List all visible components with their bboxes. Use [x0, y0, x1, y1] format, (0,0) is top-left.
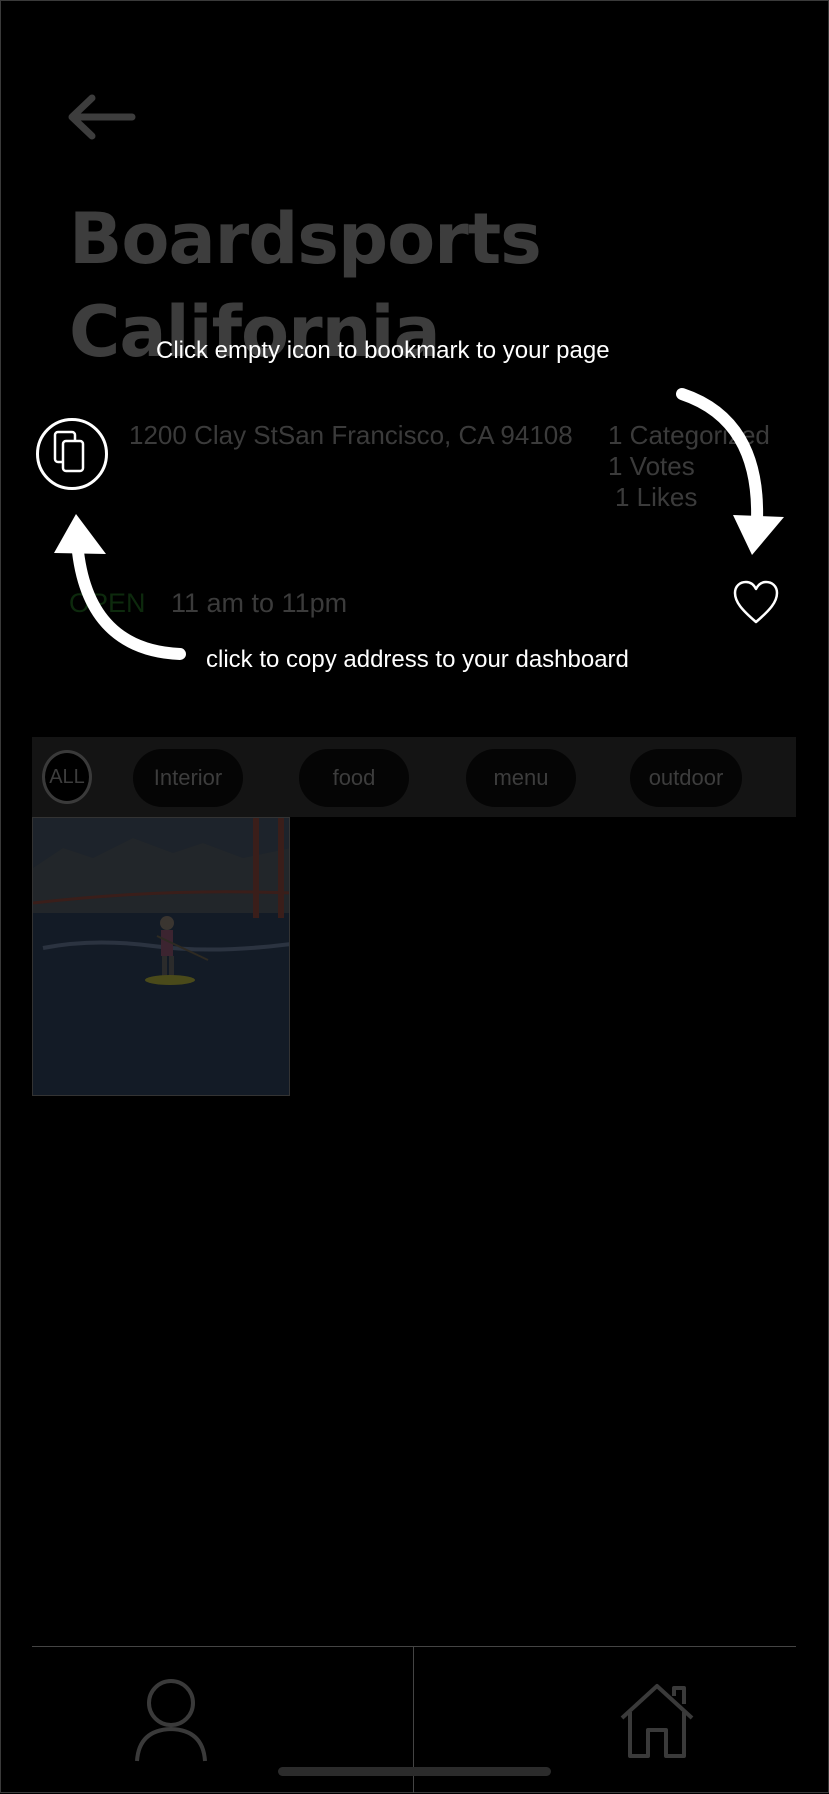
profile-icon[interactable] [133, 1675, 209, 1763]
filter-chip-food[interactable]: food [299, 749, 409, 807]
photo-filter-bar: ALL Interior food menu outdoor [32, 737, 796, 817]
categorized-count: 1 Categorized [608, 420, 770, 450]
paddleboard-photo [33, 818, 289, 1095]
likes-count: 1 Likes [615, 482, 698, 512]
home-indicator [278, 1767, 551, 1776]
open-status: OPEN [69, 588, 146, 618]
votes-count: 1 Votes [608, 451, 695, 481]
copy-address-button[interactable] [36, 418, 108, 490]
address-text: 1200 Clay StSan Francisco, CA 94108 [129, 420, 573, 450]
filter-chip-all[interactable]: ALL [42, 750, 92, 804]
opening-hours: 11 am to 11pm [171, 588, 348, 618]
filter-chip-outdoor[interactable]: outdoor [630, 749, 742, 807]
copy-icon [53, 430, 85, 473]
bookmark-heart-icon[interactable] [732, 580, 780, 626]
bookmark-tip: Click empty icon to bookmark to your pag… [156, 337, 610, 364]
back-arrow-icon[interactable] [64, 92, 136, 142]
gallery-photo[interactable] [32, 817, 290, 1096]
home-icon[interactable] [618, 1682, 696, 1758]
copy-address-tip: click to copy address to your dashboard [206, 646, 629, 673]
stats-block: 1 Categorized 1 Votes 1 Likes [608, 420, 808, 513]
filter-chip-menu[interactable]: menu [466, 749, 576, 807]
filter-chip-interior[interactable]: Interior [133, 749, 243, 807]
